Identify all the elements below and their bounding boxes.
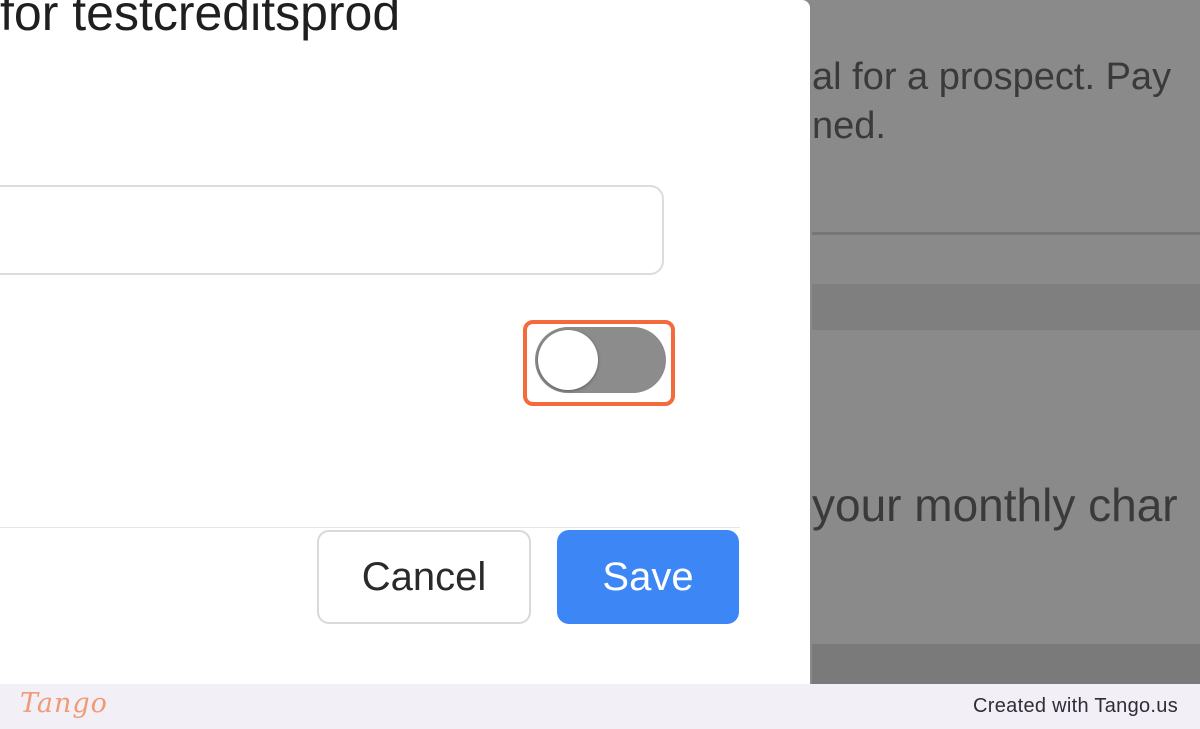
modal-dialog: for testcreditsprod Cancel Save (0, 0, 810, 684)
screenshot-stage: al for a prospect. Pay ned. your monthly… (0, 0, 1200, 729)
background-text-line: your monthly char (812, 479, 1178, 531)
background-section-band (812, 284, 1200, 330)
background-divider (812, 232, 1200, 235)
toggle-knob (538, 330, 598, 390)
cancel-button[interactable]: Cancel (317, 530, 531, 624)
background-text-line: ned. (812, 105, 886, 147)
modal-title: for testcreditsprod (0, 0, 401, 41)
tango-logo[interactable]: Tango (20, 688, 108, 719)
background-text-line: al for a prospect. Pay (812, 56, 1172, 98)
background-footer-band (812, 644, 1200, 684)
modal-footer-divider (0, 527, 740, 528)
tango-credit-text: Created with Tango.us (973, 695, 1178, 717)
save-button[interactable]: Save (557, 530, 739, 624)
toggle-switch[interactable] (535, 327, 666, 393)
tango-footer-bar: Tango Created with Tango.us (0, 684, 1200, 729)
text-input-field[interactable] (0, 185, 664, 275)
